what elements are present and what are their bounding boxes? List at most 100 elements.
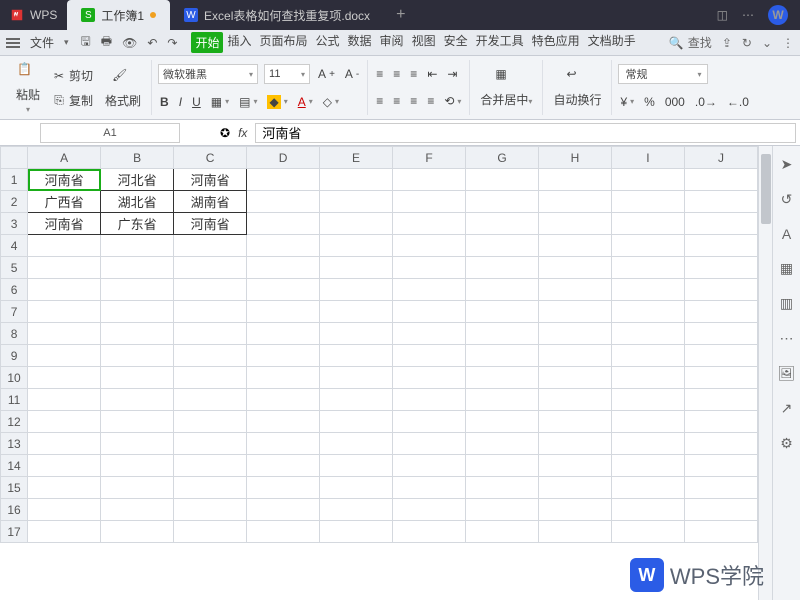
col-header-H[interactable]: H [539, 147, 612, 169]
cell-B6[interactable] [101, 279, 174, 301]
cell-F3[interactable] [393, 213, 466, 235]
cell-G6[interactable] [466, 279, 539, 301]
col-header-G[interactable]: G [466, 147, 539, 169]
cell-G5[interactable] [466, 257, 539, 279]
cell-B8[interactable] [101, 323, 174, 345]
cell-C10[interactable] [174, 367, 247, 389]
cell-H9[interactable] [539, 345, 612, 367]
cell-I10[interactable] [611, 367, 684, 389]
cell-J6[interactable] [684, 279, 757, 301]
app-grid-icon[interactable]: ◫ [717, 8, 728, 22]
cell-A6[interactable] [28, 279, 101, 301]
cell-B1[interactable]: 河北省 [101, 169, 174, 191]
preview-icon[interactable]: 👁 [122, 36, 137, 50]
row-header-12[interactable]: 12 [1, 411, 28, 433]
cell-B7[interactable] [101, 301, 174, 323]
cell-H4[interactable] [539, 235, 612, 257]
col-header-E[interactable]: E [320, 147, 393, 169]
orientation-button[interactable]: ⟲▾ [442, 92, 463, 110]
cell-A2[interactable]: 广西省 [28, 191, 101, 213]
row-header-3[interactable]: 3 [1, 213, 28, 235]
cell-C13[interactable] [174, 433, 247, 455]
cell-E8[interactable] [320, 323, 393, 345]
cell-B4[interactable] [101, 235, 174, 257]
hamburger-icon[interactable] [6, 36, 20, 50]
cell-G9[interactable] [466, 345, 539, 367]
cell-A13[interactable] [28, 433, 101, 455]
comma-button[interactable]: 000 [663, 93, 687, 111]
justify-button[interactable]: ≡ [425, 92, 436, 110]
row-header-17[interactable]: 17 [1, 521, 28, 543]
cell-H6[interactable] [539, 279, 612, 301]
indent-dec-button[interactable]: ⇤ [425, 65, 439, 83]
insert-function-icon[interactable]: ✪ [220, 126, 230, 140]
cell-F13[interactable] [393, 433, 466, 455]
cell-G7[interactable] [466, 301, 539, 323]
cell-D9[interactable] [247, 345, 320, 367]
cell-F16[interactable] [393, 499, 466, 521]
cell-A8[interactable] [28, 323, 101, 345]
cell-F17[interactable] [393, 521, 466, 543]
dec-decimal-button[interactable]: ←.0 [725, 93, 751, 111]
cell-I16[interactable] [611, 499, 684, 521]
cell-A10[interactable] [28, 367, 101, 389]
cell-I4[interactable] [611, 235, 684, 257]
cell-E4[interactable] [320, 235, 393, 257]
cell-I6[interactable] [611, 279, 684, 301]
row-header-13[interactable]: 13 [1, 433, 28, 455]
row-header-15[interactable]: 15 [1, 477, 28, 499]
cell-C16[interactable] [174, 499, 247, 521]
cell-G16[interactable] [466, 499, 539, 521]
cell-J4[interactable] [684, 235, 757, 257]
cell-H13[interactable] [539, 433, 612, 455]
border-button[interactable]: ▦▾ [209, 93, 231, 111]
cell-E11[interactable] [320, 389, 393, 411]
cell-D4[interactable] [247, 235, 320, 257]
row-header-14[interactable]: 14 [1, 455, 28, 477]
cell-B14[interactable] [101, 455, 174, 477]
col-header-J[interactable]: J [684, 147, 757, 169]
cell-H1[interactable] [539, 169, 612, 191]
cell-C17[interactable] [174, 521, 247, 543]
cell-D2[interactable] [247, 191, 320, 213]
ribbon-tab-security[interactable]: 安全 [440, 32, 472, 53]
cell-B15[interactable] [101, 477, 174, 499]
cell-F7[interactable] [393, 301, 466, 323]
table-tool-icon[interactable]: ▦ [780, 260, 793, 277]
cell-D16[interactable] [247, 499, 320, 521]
spreadsheet-grid[interactable]: ABCDEFGHIJ1河南省河北省河南省2广西省湖北省湖南省3河南省广东省河南省… [0, 146, 758, 600]
cell-I8[interactable] [611, 323, 684, 345]
cell-D10[interactable] [247, 367, 320, 389]
cell-E7[interactable] [320, 301, 393, 323]
cell-F15[interactable] [393, 477, 466, 499]
cell-D14[interactable] [247, 455, 320, 477]
paste-button[interactable]: 📋 粘贴▾ [12, 60, 44, 116]
cell-A5[interactable] [28, 257, 101, 279]
ribbon-tab-review[interactable]: 审阅 [376, 32, 408, 53]
cell-E13[interactable] [320, 433, 393, 455]
cell-H14[interactable] [539, 455, 612, 477]
cell-F12[interactable] [393, 411, 466, 433]
cell-J8[interactable] [684, 323, 757, 345]
format-painter-button[interactable]: 🖌 格式刷 [101, 66, 145, 111]
cell-A17[interactable] [28, 521, 101, 543]
cell-F2[interactable] [393, 191, 466, 213]
cell-C14[interactable] [174, 455, 247, 477]
name-box[interactable]: A1 [40, 123, 180, 143]
cell-H16[interactable] [539, 499, 612, 521]
cell-J9[interactable] [684, 345, 757, 367]
cell-H2[interactable] [539, 191, 612, 213]
cell-G8[interactable] [466, 323, 539, 345]
collapse-ribbon-icon[interactable]: ⌄ [762, 36, 772, 50]
cell-B16[interactable] [101, 499, 174, 521]
row-header-7[interactable]: 7 [1, 301, 28, 323]
col-header-I[interactable]: I [611, 147, 684, 169]
row-header-4[interactable]: 4 [1, 235, 28, 257]
chart-tool-icon[interactable]: ▥ [780, 295, 793, 312]
cell-A9[interactable] [28, 345, 101, 367]
number-format-select[interactable]: 常规▾ [618, 64, 708, 84]
ribbon-tab-data[interactable]: 数据 [344, 32, 376, 53]
cut-button[interactable]: ✂剪切 [50, 65, 95, 86]
cell-D7[interactable] [247, 301, 320, 323]
align-left-button[interactable]: ≡ [374, 92, 385, 110]
